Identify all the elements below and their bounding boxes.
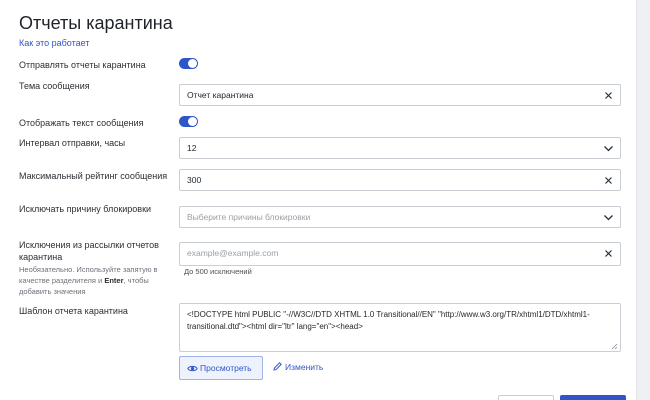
max-rating-field[interactable]: 300: [179, 169, 621, 191]
send-reports-label: Отправлять отчеты карантина: [19, 60, 146, 70]
subject-value: Отчет карантина: [187, 90, 254, 100]
exclusions-label: Исключения из рассылки отчетов карантина: [19, 240, 159, 262]
preview-button-label: Просмотреть: [200, 363, 252, 373]
exclusions-limit-note: До 500 исключений: [184, 267, 252, 276]
max-rating-label: Максимальный рейтинг сообщения: [19, 171, 168, 181]
template-textarea[interactable]: <!DOCTYPE html PUBLIC "-//W3C//DTD XHTML…: [179, 303, 621, 352]
pencil-icon: [272, 361, 283, 374]
eye-icon: [187, 363, 198, 376]
toggle-knob: [188, 117, 197, 126]
chevron-down-icon: [602, 142, 615, 155]
edit-button-label: Изменить: [285, 362, 324, 372]
scrollbar[interactable]: [636, 0, 650, 400]
preview-button[interactable]: Просмотреть: [179, 356, 263, 380]
exclusions-hint: Необязательно. Используйте запятую в кач…: [19, 264, 169, 297]
how-it-works-link[interactable]: Как это работает: [19, 38, 89, 48]
chevron-down-icon: [602, 211, 615, 224]
template-label: Шаблон отчета карантина: [19, 306, 128, 316]
block-reason-placeholder: Выберите причины блокировки: [187, 212, 311, 222]
footer-primary-button[interactable]: [560, 395, 626, 400]
interval-select[interactable]: 12: [179, 137, 621, 159]
subject-label: Тема сообщения: [19, 81, 90, 91]
show-text-toggle[interactable]: [179, 116, 198, 127]
toggle-knob: [188, 59, 197, 68]
footer-secondary-button[interactable]: [498, 395, 554, 400]
send-reports-toggle[interactable]: [179, 58, 198, 69]
max-rating-value: 300: [187, 175, 202, 185]
show-text-label: Отображать текст сообщения: [19, 118, 144, 128]
interval-value: 12: [187, 143, 197, 153]
clear-icon[interactable]: [602, 247, 615, 260]
clear-icon[interactable]: [602, 89, 615, 102]
enter-key-hint: Enter: [104, 276, 124, 285]
subject-field[interactable]: Отчет карантина: [179, 84, 621, 106]
block-reason-select[interactable]: Выберите причины блокировки: [179, 206, 621, 228]
exclusions-input[interactable]: example@example.com: [179, 242, 621, 266]
block-reason-label: Исключать причину блокировки: [19, 204, 152, 214]
quarantine-settings-panel: Отчеты карантина Как это работает Отправ…: [0, 0, 636, 400]
interval-label: Интервал отправки, часы: [19, 138, 126, 148]
page-title: Отчеты карантина: [19, 13, 173, 33]
exclusions-placeholder: example@example.com: [187, 248, 279, 258]
template-value: <!DOCTYPE html PUBLIC "-//W3C//DTD XHTML…: [187, 310, 590, 331]
resize-grip-icon[interactable]: [611, 342, 618, 350]
clear-icon[interactable]: [602, 174, 615, 187]
